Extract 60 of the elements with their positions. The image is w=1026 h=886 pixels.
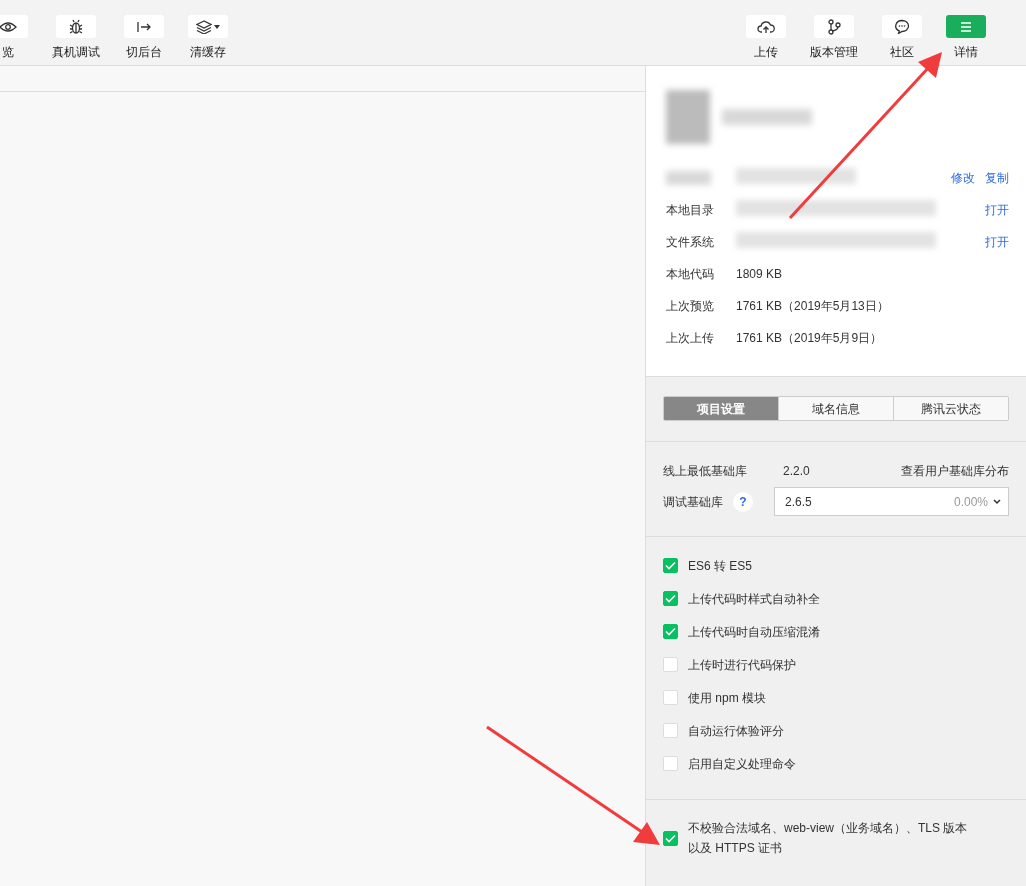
branch-icon (827, 18, 841, 35)
chat-icon (894, 19, 910, 34)
action-link[interactable]: 复制 (985, 169, 1009, 187)
field-label: 上次预览 (666, 298, 715, 315)
toolbar-label: 详情 (954, 44, 978, 60)
field-value: 1761 KB（2019年5月9日） (736, 331, 883, 345)
toolbar-button[interactable] (746, 15, 786, 38)
distribution-link[interactable]: 查看用户基础库分布 (901, 462, 1009, 480)
field-label: 本地目录 (666, 202, 715, 219)
toolbar-button[interactable] (188, 15, 228, 38)
option-label: 使用 npm 模块 (688, 689, 766, 707)
help-icon[interactable]: ? (733, 491, 753, 512)
version-text: 2.2.0 (783, 463, 810, 480)
toolbar-button[interactable] (814, 15, 854, 38)
version-select[interactable]: 2.6.5 0.00% (774, 487, 1009, 516)
field-label: 调试基础库 (663, 493, 723, 511)
blurred-avatar (666, 90, 710, 144)
action-link[interactable]: 修改 (951, 169, 975, 187)
toolbar-label: 真机调试 (52, 44, 100, 60)
option-label: 启用自定义处理命令 (688, 755, 796, 773)
checkbox[interactable] (663, 558, 678, 573)
caret-icon (992, 497, 1002, 506)
field-value: 1809 KB (736, 267, 783, 281)
action-link[interactable]: 打开 (985, 233, 1009, 251)
caret-icon (214, 24, 220, 29)
option-label: 上传代码时样式自动补全 (688, 590, 820, 608)
toolbar-label: 上传 (754, 44, 778, 60)
field-label: 本地代码 (666, 266, 715, 283)
blurred-text (666, 171, 711, 185)
field-label: 线上最低基础库 (663, 463, 748, 480)
action-link[interactable]: 打开 (985, 201, 1009, 219)
toolbar-label: 切后台 (126, 44, 162, 60)
field-value: 1761 KB（2019年5月13日） (736, 299, 889, 313)
toolbar-label: 社区 (890, 44, 914, 60)
toolbar-label: 览 (2, 44, 14, 60)
option-label: 自动运行体验评分 (688, 722, 784, 740)
switch-icon (136, 20, 152, 33)
bug-icon (68, 18, 84, 35)
field-label: 文件系统 (666, 234, 715, 251)
cloud-upload-icon (757, 19, 775, 34)
toolbar-button[interactable] (0, 15, 28, 38)
tab[interactable]: 腾讯云状态 (893, 397, 1008, 420)
field-label: 上次上传 (666, 330, 715, 347)
checkbox[interactable] (663, 830, 678, 846)
option-label: 不校验合法域名、web-view（业务域名）、TLS 版本以及 HTTPS 证书 (688, 820, 969, 857)
toolbar-label: 清缓存 (190, 44, 226, 60)
option-label: ES6 转 ES5 (688, 557, 753, 575)
layers-icon (196, 19, 212, 34)
option-label: 上传时进行代码保护 (688, 656, 796, 674)
toolbar-button[interactable] (882, 15, 922, 38)
checkbox[interactable] (663, 591, 678, 606)
tab[interactable]: 域名信息 (778, 397, 893, 420)
toolbar-label: 版本管理 (810, 44, 858, 60)
toolbar-button[interactable] (124, 15, 164, 38)
toolbar-button[interactable] (56, 15, 96, 38)
menu-icon (959, 20, 973, 33)
option-label: 上传代码时自动压缩混淆 (688, 623, 820, 641)
tab[interactable]: 项目设置 (664, 397, 778, 420)
checkbox[interactable] (663, 624, 678, 639)
eye-icon (0, 20, 17, 33)
